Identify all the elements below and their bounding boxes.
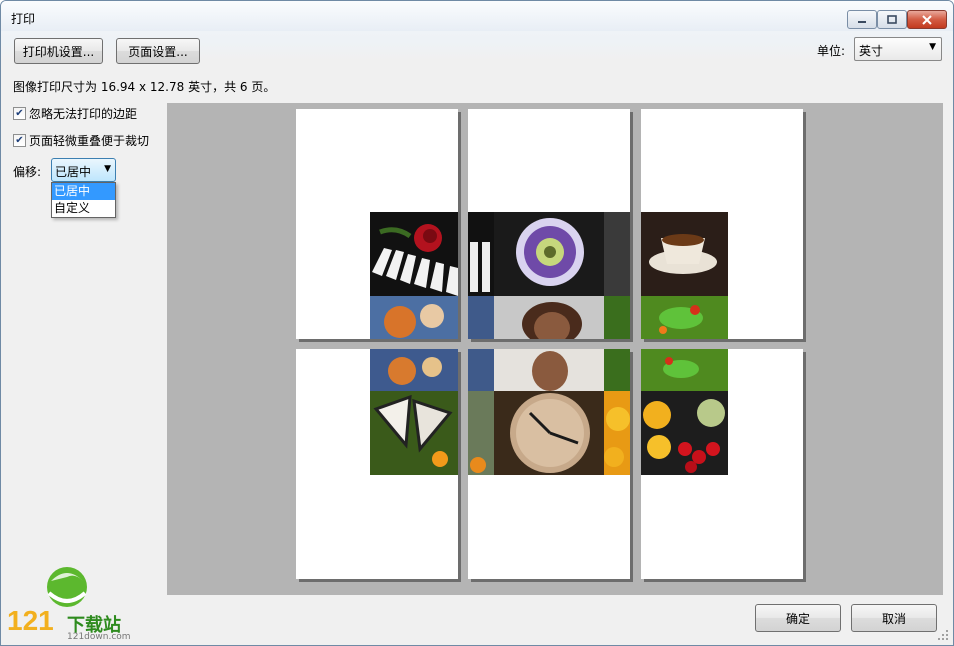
- offset-select-value: 已居中: [55, 165, 92, 179]
- maximize-button[interactable]: [877, 10, 907, 29]
- watermark-logo: 121 下载站 121down.com: [5, 563, 145, 643]
- print-dialog: 打印 打印机设置... 页面设置... 单位: 英寸 ▼ 图像打印尺寸为 16.…: [0, 0, 954, 646]
- close-icon: [922, 14, 932, 25]
- minimize-icon: [858, 20, 866, 23]
- preview-page-5: [468, 349, 630, 579]
- photo-coffee-frog: [641, 212, 728, 339]
- resize-grip-icon[interactable]: [937, 629, 949, 641]
- ignore-margins-option[interactable]: ✔ 忽略无法打印的边距: [13, 105, 137, 122]
- chevron-down-icon: ▼: [929, 42, 936, 52]
- offset-dropdown-list: 已居中 自定义: [51, 182, 116, 218]
- overlap-pages-option[interactable]: ✔ 页面轻微重叠便于裁切: [13, 132, 149, 149]
- offset-option-centered[interactable]: 已居中: [52, 183, 115, 200]
- unit-select[interactable]: 英寸 ▼: [854, 37, 942, 61]
- photo-piano-rose: [370, 212, 458, 339]
- offset-select[interactable]: 已居中 ▼: [51, 158, 116, 182]
- window-title: 打印: [11, 12, 36, 26]
- offset-option-custom[interactable]: 自定义: [52, 200, 115, 217]
- watermark-url: 121down.com: [67, 632, 131, 642]
- chevron-down-icon: ▼: [104, 164, 111, 174]
- preview-page-2: [468, 109, 630, 339]
- photo-food-butterfly: [370, 349, 458, 475]
- coffee-frog-image: [641, 212, 728, 339]
- photo-flower-woman: [468, 212, 630, 339]
- close-button[interactable]: [907, 10, 947, 29]
- preview-page-4: [296, 349, 458, 579]
- print-preview-area: [167, 103, 943, 595]
- food-butterfly-image: [370, 349, 458, 475]
- unit-label: 单位:: [817, 44, 846, 58]
- photo-frog-fruit: [641, 349, 728, 475]
- preview-page-6: [641, 349, 803, 579]
- page-settings-button[interactable]: 页面设置...: [116, 38, 200, 64]
- photo-woman-clock: [468, 349, 630, 475]
- title-bar: 打印: [1, 1, 953, 31]
- ok-button[interactable]: 确定: [755, 604, 841, 632]
- unit-select-value: 英寸: [859, 44, 884, 58]
- woman-clock-image: [468, 349, 630, 475]
- overlap-pages-checkbox[interactable]: ✔: [13, 134, 26, 147]
- flower-woman-image: [468, 212, 630, 339]
- maximize-icon: [887, 14, 897, 24]
- frog-fruit-image: [641, 349, 728, 475]
- preview-page-3: [641, 109, 803, 339]
- preview-page-1: [296, 109, 458, 339]
- offset-label: 偏移:: [13, 165, 42, 179]
- minimize-button[interactable]: [847, 10, 877, 29]
- ignore-margins-label: 忽略无法打印的边距: [29, 107, 138, 121]
- print-size-info: 图像打印尺寸为 16.94 x 12.78 英寸，共 6 页。: [13, 80, 276, 94]
- printer-settings-button[interactable]: 打印机设置...: [14, 38, 103, 64]
- piano-rose-image: [370, 212, 458, 339]
- cancel-button[interactable]: 取消: [851, 604, 937, 632]
- ignore-margins-checkbox[interactable]: ✔: [13, 107, 26, 120]
- watermark-brand: 121: [7, 605, 54, 636]
- overlap-pages-label: 页面轻微重叠便于裁切: [29, 134, 150, 148]
